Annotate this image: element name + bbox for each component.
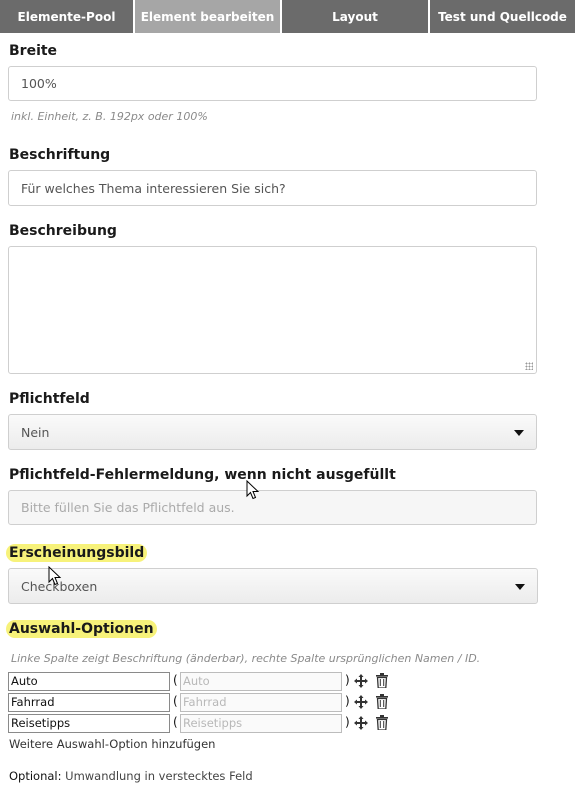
options-hint: Linke Spalte zeigt Beschriftung (änderba… <box>11 652 481 665</box>
move-icon[interactable] <box>354 695 368 709</box>
tab-element-bearbeiten[interactable]: Element bearbeiten <box>135 0 282 33</box>
required-label: Pflichtfeld <box>9 391 90 407</box>
appearance-select[interactable]: Checkboxen <box>8 568 538 604</box>
description-textarea[interactable] <box>8 246 537 374</box>
optional-row: Optional: Umwandlung in verstecktes Feld <box>9 769 253 783</box>
trash-icon[interactable] <box>376 715 388 730</box>
dropdown-arrow-icon <box>514 430 524 436</box>
paren-open: ( <box>173 694 178 708</box>
paren-close: ) <box>345 715 350 729</box>
resize-grip-icon[interactable] <box>525 362 533 370</box>
option-label-input[interactable]: Reisetipps <box>8 714 170 733</box>
options-label-highlight: Auswahl-Optionen <box>6 620 157 638</box>
mouse-cursor-icon <box>48 566 62 586</box>
option-row: Auto ( Auto ) <box>8 672 428 692</box>
option-name-input: Fahrrad <box>180 693 342 712</box>
appearance-label: Erscheinungsbild <box>6 544 148 562</box>
option-label-input[interactable]: Auto <box>8 672 170 691</box>
width-hint: inkl. Einheit, z. B. 192px oder 100% <box>11 110 208 123</box>
option-name-input: Reisetipps <box>180 714 342 733</box>
paren-open: ( <box>173 673 178 687</box>
add-option-link[interactable]: Weitere Auswahl-Option hinzufügen <box>9 737 215 751</box>
caption-label: Beschriftung <box>9 147 111 163</box>
appearance-label-highlight: Erscheinungsbild <box>6 544 148 562</box>
mouse-cursor-icon <box>246 480 260 500</box>
move-icon[interactable] <box>354 716 368 730</box>
required-select[interactable]: Nein <box>8 414 537 450</box>
tab-test-und-quellcode[interactable]: Test und Quellcode <box>430 0 575 33</box>
required-error-label: Pflichtfeld-Fehlermeldung, wenn nicht au… <box>9 467 396 483</box>
width-input[interactable]: 100% <box>8 66 537 101</box>
option-row: Fahrrad ( Fahrrad ) <box>8 693 428 713</box>
description-label: Beschreibung <box>9 223 117 239</box>
trash-icon[interactable] <box>376 694 388 709</box>
paren-close: ) <box>345 673 350 687</box>
hidden-field-conversion-link[interactable]: Umwandlung in verstecktes Feld <box>65 769 252 783</box>
tab-layout[interactable]: Layout <box>282 0 430 33</box>
option-name-input: Auto <box>180 672 342 691</box>
width-label: Breite <box>9 43 58 59</box>
dropdown-arrow-icon <box>515 584 525 590</box>
move-icon[interactable] <box>354 674 368 688</box>
options-label: Auswahl-Optionen <box>6 620 157 638</box>
required-select-value: Nein <box>21 424 50 440</box>
tab-elemente-pool[interactable]: Elemente-Pool <box>0 0 135 33</box>
required-error-input[interactable]: Bitte füllen Sie das Pflichtfeld aus. <box>8 490 537 525</box>
tab-bar: Elemente-Pool Element bearbeiten Layout … <box>0 0 575 33</box>
optional-prefix: Optional: <box>9 769 62 783</box>
paren-close: ) <box>345 694 350 708</box>
trash-icon[interactable] <box>376 673 388 688</box>
option-label-input[interactable]: Fahrrad <box>8 693 170 712</box>
option-row: Reisetipps ( Reisetipps ) <box>8 714 428 734</box>
paren-open: ( <box>173 715 178 729</box>
caption-input[interactable]: Für welches Thema interessieren Sie sich… <box>8 170 537 206</box>
